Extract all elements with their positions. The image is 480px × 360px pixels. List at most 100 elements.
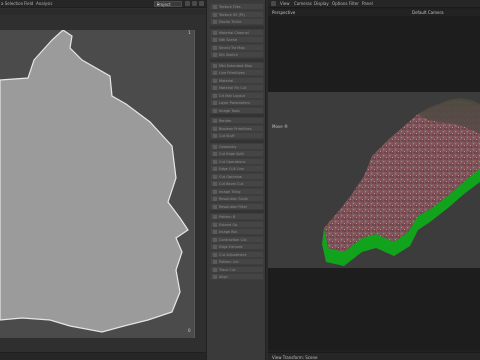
list-item-label: Resolution Scale <box>219 197 248 201</box>
project-select[interactable]: Project ▾ <box>154 1 182 7</box>
list-item[interactable]: Kinect Tra Map <box>210 43 264 51</box>
uv-editor-panel: a Selection Field Analysis Project ▾ 1 0 <box>0 0 206 360</box>
texture-list-panel: Texture Files Texture 05 (Pt) Decim Tickle… <box>206 0 266 360</box>
menu-view[interactable]: View <box>280 1 290 7</box>
list-item[interactable]: Pattern Cut <box>210 258 264 265</box>
list-item[interactable]: Boolean Primitives <box>210 124 264 132</box>
texture-icon <box>213 101 217 105</box>
texture-icon <box>213 260 217 264</box>
list-item[interactable]: Trace Cut <box>210 265 264 273</box>
texture-icon <box>213 71 217 75</box>
list-item-label: Layer Parameters <box>219 101 250 105</box>
texture-icon <box>213 86 217 90</box>
list-item[interactable]: Extend Op <box>210 220 264 228</box>
texture-icon <box>213 237 217 242</box>
list-item[interactable]: Image Tools <box>210 106 264 114</box>
list-item-label: Extend Op <box>219 222 238 227</box>
list-item-label: Mtd Extended Map <box>219 63 252 68</box>
list-item-label: Cut Adjustment <box>219 252 247 257</box>
list-item[interactable]: Resolution Filter <box>210 202 264 210</box>
list-item[interactable]: Kth Sketch <box>210 51 264 58</box>
list-item[interactable]: Cut Edge Split <box>210 150 264 157</box>
texture-icon <box>213 222 217 227</box>
texture-icon <box>213 167 217 171</box>
viewport-menubar: View Cameras Display Options Filter Pane… <box>268 0 480 8</box>
list-item[interactable]: Resolution Scale <box>210 195 264 202</box>
texture-icon <box>213 189 217 194</box>
list-item[interactable]: Image Tiling <box>210 187 264 195</box>
list-item[interactable]: Cut Adjustment <box>210 250 264 258</box>
list-item-label: Pattern B <box>219 215 236 219</box>
settings-icon[interactable] <box>199 1 204 6</box>
viewport-options-icon[interactable] <box>271 1 276 6</box>
list-item[interactable]: Material Fin Cut <box>210 84 264 91</box>
list-item[interactable]: Edge Cull Line <box>210 165 264 172</box>
texture-icon <box>213 174 217 179</box>
list-item[interactable]: Material <box>210 76 264 84</box>
camera-label[interactable]: Default Camera <box>412 10 444 15</box>
list-item-label: Render <box>219 119 232 123</box>
list-item-label: Material <box>219 78 234 83</box>
uv-editor-menubar: a Selection Field Analysis Project ▾ <box>0 0 206 8</box>
list-item-label: Edge Cull Line <box>219 167 244 171</box>
list-item[interactable]: Image Rot <box>210 228 264 235</box>
list-item[interactable]: Mtd Extended Map <box>210 61 264 69</box>
list-item-label: Cut Stuff <box>219 134 235 138</box>
list-item[interactable]: Material Channel <box>210 28 264 36</box>
uv-viewport[interactable]: 1 0 <box>0 29 195 338</box>
menu-analysis[interactable]: Analysis <box>36 1 52 7</box>
terrain-render <box>322 98 480 266</box>
uv-tick-top-right: 1 <box>188 30 191 35</box>
list-item[interactable]: Pattern B <box>210 213 264 220</box>
menu-filter[interactable]: Filter <box>349 1 359 7</box>
list-item[interactable]: Cut Optimize <box>210 172 264 180</box>
grid-icon[interactable] <box>185 1 190 6</box>
list-item[interactable]: Cut Bevel Cut <box>210 180 264 187</box>
list-item-label: Cut Operations <box>219 159 246 164</box>
texture-icon <box>213 215 217 219</box>
menu-options[interactable]: Options <box>332 1 347 7</box>
menu-display[interactable]: Display <box>314 1 329 7</box>
list-item[interactable]: Contraction Cut <box>210 235 264 243</box>
list-item[interactable]: Cut Stuff <box>210 132 264 139</box>
list-item[interactable]: Texture Files <box>210 3 264 10</box>
list-item-label: Kth Sketch <box>219 53 238 57</box>
list-item[interactable]: Geometry <box>210 142 264 150</box>
list-item-label: Cut Bevel Cut <box>219 182 244 186</box>
list-item[interactable]: Crt Mat Layout <box>210 91 264 99</box>
list-item[interactable]: Decim Tickle <box>210 18 264 25</box>
list-item-label: Kinect Tra Map <box>219 45 245 50</box>
uv-canvas <box>0 29 189 333</box>
menu-selection[interactable]: a Selection <box>1 1 23 7</box>
texture-icon <box>213 119 217 123</box>
list-item-label: Crt Mat Layout <box>219 93 245 98</box>
chevron-down-icon: ▾ <box>157 2 160 7</box>
list-item-label: Cut Optimize <box>219 174 242 179</box>
list-item[interactable]: Line Primitives <box>210 69 264 76</box>
list-item-label: Cut Edge Split <box>219 152 244 156</box>
list-item[interactable]: Nth Scene <box>210 36 264 43</box>
menu-cameras[interactable]: Cameras <box>294 1 312 7</box>
list-item-label: Trace Cut <box>219 267 236 272</box>
snap-icon[interactable] <box>192 1 197 6</box>
texture-icon <box>213 252 217 257</box>
list-item-label: Image Rot <box>219 230 237 234</box>
list-item-label: Edge Extrude <box>219 245 243 249</box>
list-item[interactable]: Align <box>210 273 264 280</box>
list-item[interactable]: Edge Extrude <box>210 243 264 250</box>
uv-shell[interactable] <box>0 29 189 333</box>
texture-icon <box>213 159 217 164</box>
texture-icon <box>213 126 217 131</box>
3d-viewport[interactable]: Move ® <box>268 16 480 350</box>
list-item[interactable]: Texture 05 (Pt) <box>210 10 264 18</box>
menu-panel[interactable]: Panel <box>362 1 373 7</box>
menu-field[interactable]: Field <box>24 1 33 7</box>
texture-icon <box>213 144 217 149</box>
texture-icon <box>213 275 217 279</box>
list-item[interactable]: Cut Operations <box>210 157 264 165</box>
list-item[interactable]: Render <box>210 117 264 124</box>
texture-icon <box>213 78 217 83</box>
list-item-label: Pattern Cut <box>219 260 239 264</box>
list-item[interactable]: Layer Parameters <box>210 99 264 106</box>
texture-icon <box>213 53 217 57</box>
